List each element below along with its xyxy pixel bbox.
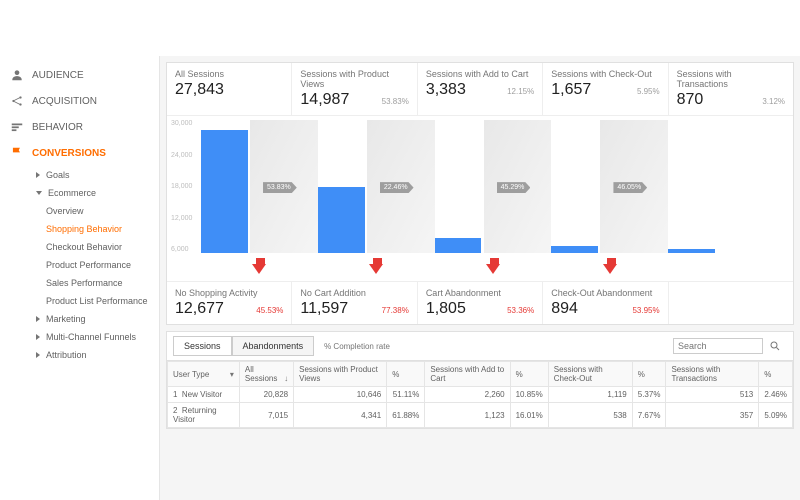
drop-label: 45.29% [497, 182, 531, 193]
search-box [673, 338, 787, 354]
bar [201, 130, 248, 253]
col-product-views[interactable]: Sessions with Product Views [294, 362, 387, 387]
col-pct[interactable]: % [387, 362, 425, 387]
nav-product-list-performance[interactable]: Product List Performance [24, 292, 159, 310]
col-user-type[interactable]: User Type▾ [168, 362, 240, 387]
col-add-cart[interactable]: Sessions with Add to Cart [425, 362, 510, 387]
nav-acquisition[interactable]: ACQUISITION [0, 88, 159, 114]
bar-col: 22.46% [318, 120, 435, 253]
arrow-down-icon [252, 258, 266, 274]
search-input[interactable] [673, 338, 763, 354]
nav-goals[interactable]: Goals [24, 166, 159, 184]
drop-label: 46.05% [613, 182, 647, 193]
behavior-icon [10, 120, 24, 134]
main-content: All Sessions27,843 Sessions with Product… [160, 56, 800, 500]
nav-audience[interactable]: AUDIENCE [0, 62, 159, 88]
funnel-card: All Sessions27,843 Sessions with Product… [166, 62, 794, 325]
nav-attribution[interactable]: Attribution [24, 346, 159, 364]
data-table: User Type▾ All Sessions↓ Sessions with P… [167, 361, 793, 428]
bar [551, 246, 598, 253]
table-row[interactable]: 1 New Visitor 20,828 10,646 51.11% 2,260… [168, 387, 793, 403]
abandon-checkout: Check-Out Abandonment53.95%894 [543, 282, 668, 324]
nav-label: ACQUISITION [32, 96, 97, 107]
tab-sessions[interactable]: Sessions [173, 336, 232, 356]
share-icon [10, 94, 24, 108]
col-pct[interactable]: % [632, 362, 666, 387]
bar [668, 249, 715, 253]
bar [318, 187, 365, 254]
stage-transactions: Sessions with Transactions3.12%870 [669, 63, 793, 115]
flag-icon [10, 146, 24, 160]
col-pct[interactable]: % [510, 362, 548, 387]
nav-product-performance[interactable]: Product Performance [24, 256, 159, 274]
caret-icon [36, 172, 40, 178]
nav-marketing[interactable]: Marketing [24, 310, 159, 328]
stage-product-views: Sessions with Product Views53.83%14,987 [292, 63, 417, 115]
nav-label: BEHAVIOR [32, 122, 83, 133]
table-toolbar: Sessions Abandonments % Completion rate [167, 332, 793, 361]
stage-add-to-cart: Sessions with Add to Cart12.15%3,383 [418, 63, 543, 115]
arrow-down-icon [603, 258, 617, 274]
abandonment-row: No Shopping Activity45.53%12,677 No Cart… [167, 281, 793, 324]
bar-col: 46.05% [551, 120, 668, 253]
nav-checkout-behavior[interactable]: Checkout Behavior [24, 238, 159, 256]
table-card: Sessions Abandonments % Completion rate … [166, 331, 794, 429]
nav-multi-channel[interactable]: Multi-Channel Funnels [24, 328, 159, 346]
bar-col: 45.29% [435, 120, 552, 253]
drop-label: 22.46% [380, 182, 414, 193]
nav-shopping-behavior[interactable]: Shopping Behavior [24, 220, 159, 238]
caret-down-icon [36, 191, 42, 195]
nav-conversions[interactable]: CONVERSIONS [0, 140, 159, 166]
sort-icon: ↓ [284, 374, 288, 383]
abandon-cart: Cart Abandonment53.36%1,805 [418, 282, 543, 324]
y-axis: 30,000 24,000 18,000 12,000 6,000 [171, 120, 199, 253]
stage-checkout: Sessions with Check-Out5.95%1,657 [543, 63, 668, 115]
col-transactions[interactable]: Sessions with Transactions [666, 362, 759, 387]
col-checkout[interactable]: Sessions with Check-Out [548, 362, 632, 387]
nav-ecommerce[interactable]: Ecommerce [24, 184, 159, 202]
nav-sales-performance[interactable]: Sales Performance [24, 274, 159, 292]
bars-container: 53.83% 22.46% 45.29% 46.05% [201, 120, 785, 253]
caret-icon [36, 334, 40, 340]
bar-col [668, 120, 785, 253]
search-icon[interactable] [763, 340, 787, 352]
caret-icon [36, 316, 40, 322]
sidebar: AUDIENCE ACQUISITION BEHAVIOR CONVERSION… [0, 56, 160, 500]
abandon-no-cart: No Cart Addition77.38%11,597 [292, 282, 417, 324]
table-header-row: User Type▾ All Sessions↓ Sessions with P… [168, 362, 793, 387]
nav-behavior[interactable]: BEHAVIOR [0, 114, 159, 140]
arrow-down-icon [486, 258, 500, 274]
nav-overview[interactable]: Overview [24, 202, 159, 220]
funnel-chart: 30,000 24,000 18,000 12,000 6,000 53.83%… [167, 116, 793, 281]
funnel-stages-row: All Sessions27,843 Sessions with Product… [167, 63, 793, 116]
sort-icon: ▾ [230, 370, 234, 379]
drop-label: 53.83% [263, 182, 297, 193]
bar-col: 53.83% [201, 120, 318, 253]
completion-rate-label: % Completion rate [324, 342, 390, 351]
bar [435, 238, 482, 253]
nav-label: CONVERSIONS [32, 148, 106, 159]
arrow-down-icon [369, 258, 383, 274]
abandon-no-shopping: No Shopping Activity45.53%12,677 [167, 282, 292, 324]
caret-icon [36, 352, 40, 358]
col-all-sessions[interactable]: All Sessions↓ [239, 362, 293, 387]
table-row[interactable]: 2 Returning Visitor 7,015 4,341 61.88% 1… [168, 403, 793, 428]
tab-abandonments[interactable]: Abandonments [232, 336, 315, 356]
stage-all-sessions: All Sessions27,843 [167, 63, 292, 115]
arrows-row [201, 257, 785, 275]
person-icon [10, 68, 24, 82]
nav-label: AUDIENCE [32, 70, 84, 81]
col-pct[interactable]: % [759, 362, 793, 387]
